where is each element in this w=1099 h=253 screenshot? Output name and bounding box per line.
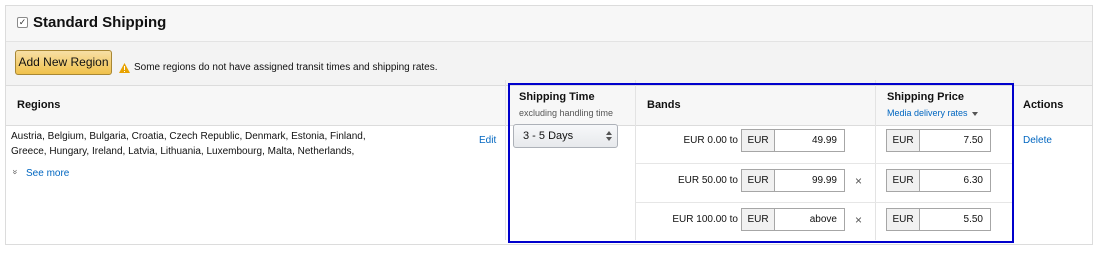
header-shipping-time-sub: excluding handling time (519, 108, 614, 118)
band-upper-input[interactable]: 49.99 (775, 129, 845, 152)
media-delivery-rates-link[interactable]: Media delivery rates (887, 108, 968, 118)
panel-header: ✓ Standard Shipping (6, 6, 1092, 42)
select-arrows-icon (606, 131, 612, 141)
price-currency: EUR (886, 129, 920, 152)
header-bands: Bands (647, 99, 681, 111)
table-header: Regions Shipping Time excluding handling… (6, 86, 1092, 126)
warning-icon (119, 63, 130, 73)
header-shipping-price: Shipping Price (887, 91, 965, 103)
band-currency: EUR (741, 169, 775, 192)
shipping-price-input[interactable]: 5.50 (920, 208, 991, 231)
warning-message: Some regions do not have assigned transi… (134, 62, 438, 73)
panel-title: Standard Shipping (33, 14, 167, 31)
shipping-time-select[interactable]: 3 - 5 Days (513, 124, 618, 148)
shipping-price-input[interactable]: 7.50 (920, 129, 991, 152)
region-countries: Austria, Belgium, Bulgaria, Croatia, Cze… (11, 129, 381, 159)
delete-link[interactable]: Delete (1023, 135, 1052, 146)
column-divider (875, 80, 876, 240)
band-currency: EUR (741, 129, 775, 152)
shipping-time-value: 3 - 5 Days (523, 130, 574, 142)
region-countries-line: Greece, Hungary, Ireland, Latvia, Lithua… (11, 146, 355, 157)
toolbar: Add New Region Some regions do not have … (6, 42, 1092, 86)
band-upper-input[interactable]: 99.99 (775, 169, 845, 192)
shipping-price-input[interactable]: 6.30 (920, 169, 991, 192)
add-new-region-button[interactable]: Add New Region (15, 50, 112, 75)
column-divider (1013, 80, 1014, 240)
header-shipping-time: Shipping Time (519, 91, 595, 103)
row-divider (636, 163, 1013, 164)
column-divider (635, 80, 636, 240)
remove-band-button[interactable]: × (855, 213, 862, 227)
row-divider (636, 202, 1013, 203)
edit-region-link[interactable]: Edit (479, 135, 496, 146)
band-from-label: EUR 0.00 to (683, 135, 738, 146)
column-divider (505, 80, 506, 240)
band-currency: EUR (741, 208, 775, 231)
remove-band-button[interactable]: × (855, 174, 862, 188)
price-currency: EUR (886, 208, 920, 231)
header-actions: Actions (1023, 99, 1064, 111)
band-from-label: EUR 50.00 to (677, 175, 738, 186)
double-chevron-down-icon[interactable]: » (11, 169, 21, 174)
see-more-link[interactable]: See more (26, 168, 69, 179)
band-upper-input[interactable]: above (775, 208, 845, 231)
region-countries-line: Austria, Belgium, Bulgaria, Croatia, Cze… (11, 131, 366, 142)
band-from-label: EUR 100.00 to (672, 214, 738, 225)
caret-down-icon[interactable] (972, 112, 978, 116)
header-regions: Regions (17, 99, 61, 111)
standard-shipping-checkbox[interactable]: ✓ (17, 17, 28, 28)
price-currency: EUR (886, 169, 920, 192)
